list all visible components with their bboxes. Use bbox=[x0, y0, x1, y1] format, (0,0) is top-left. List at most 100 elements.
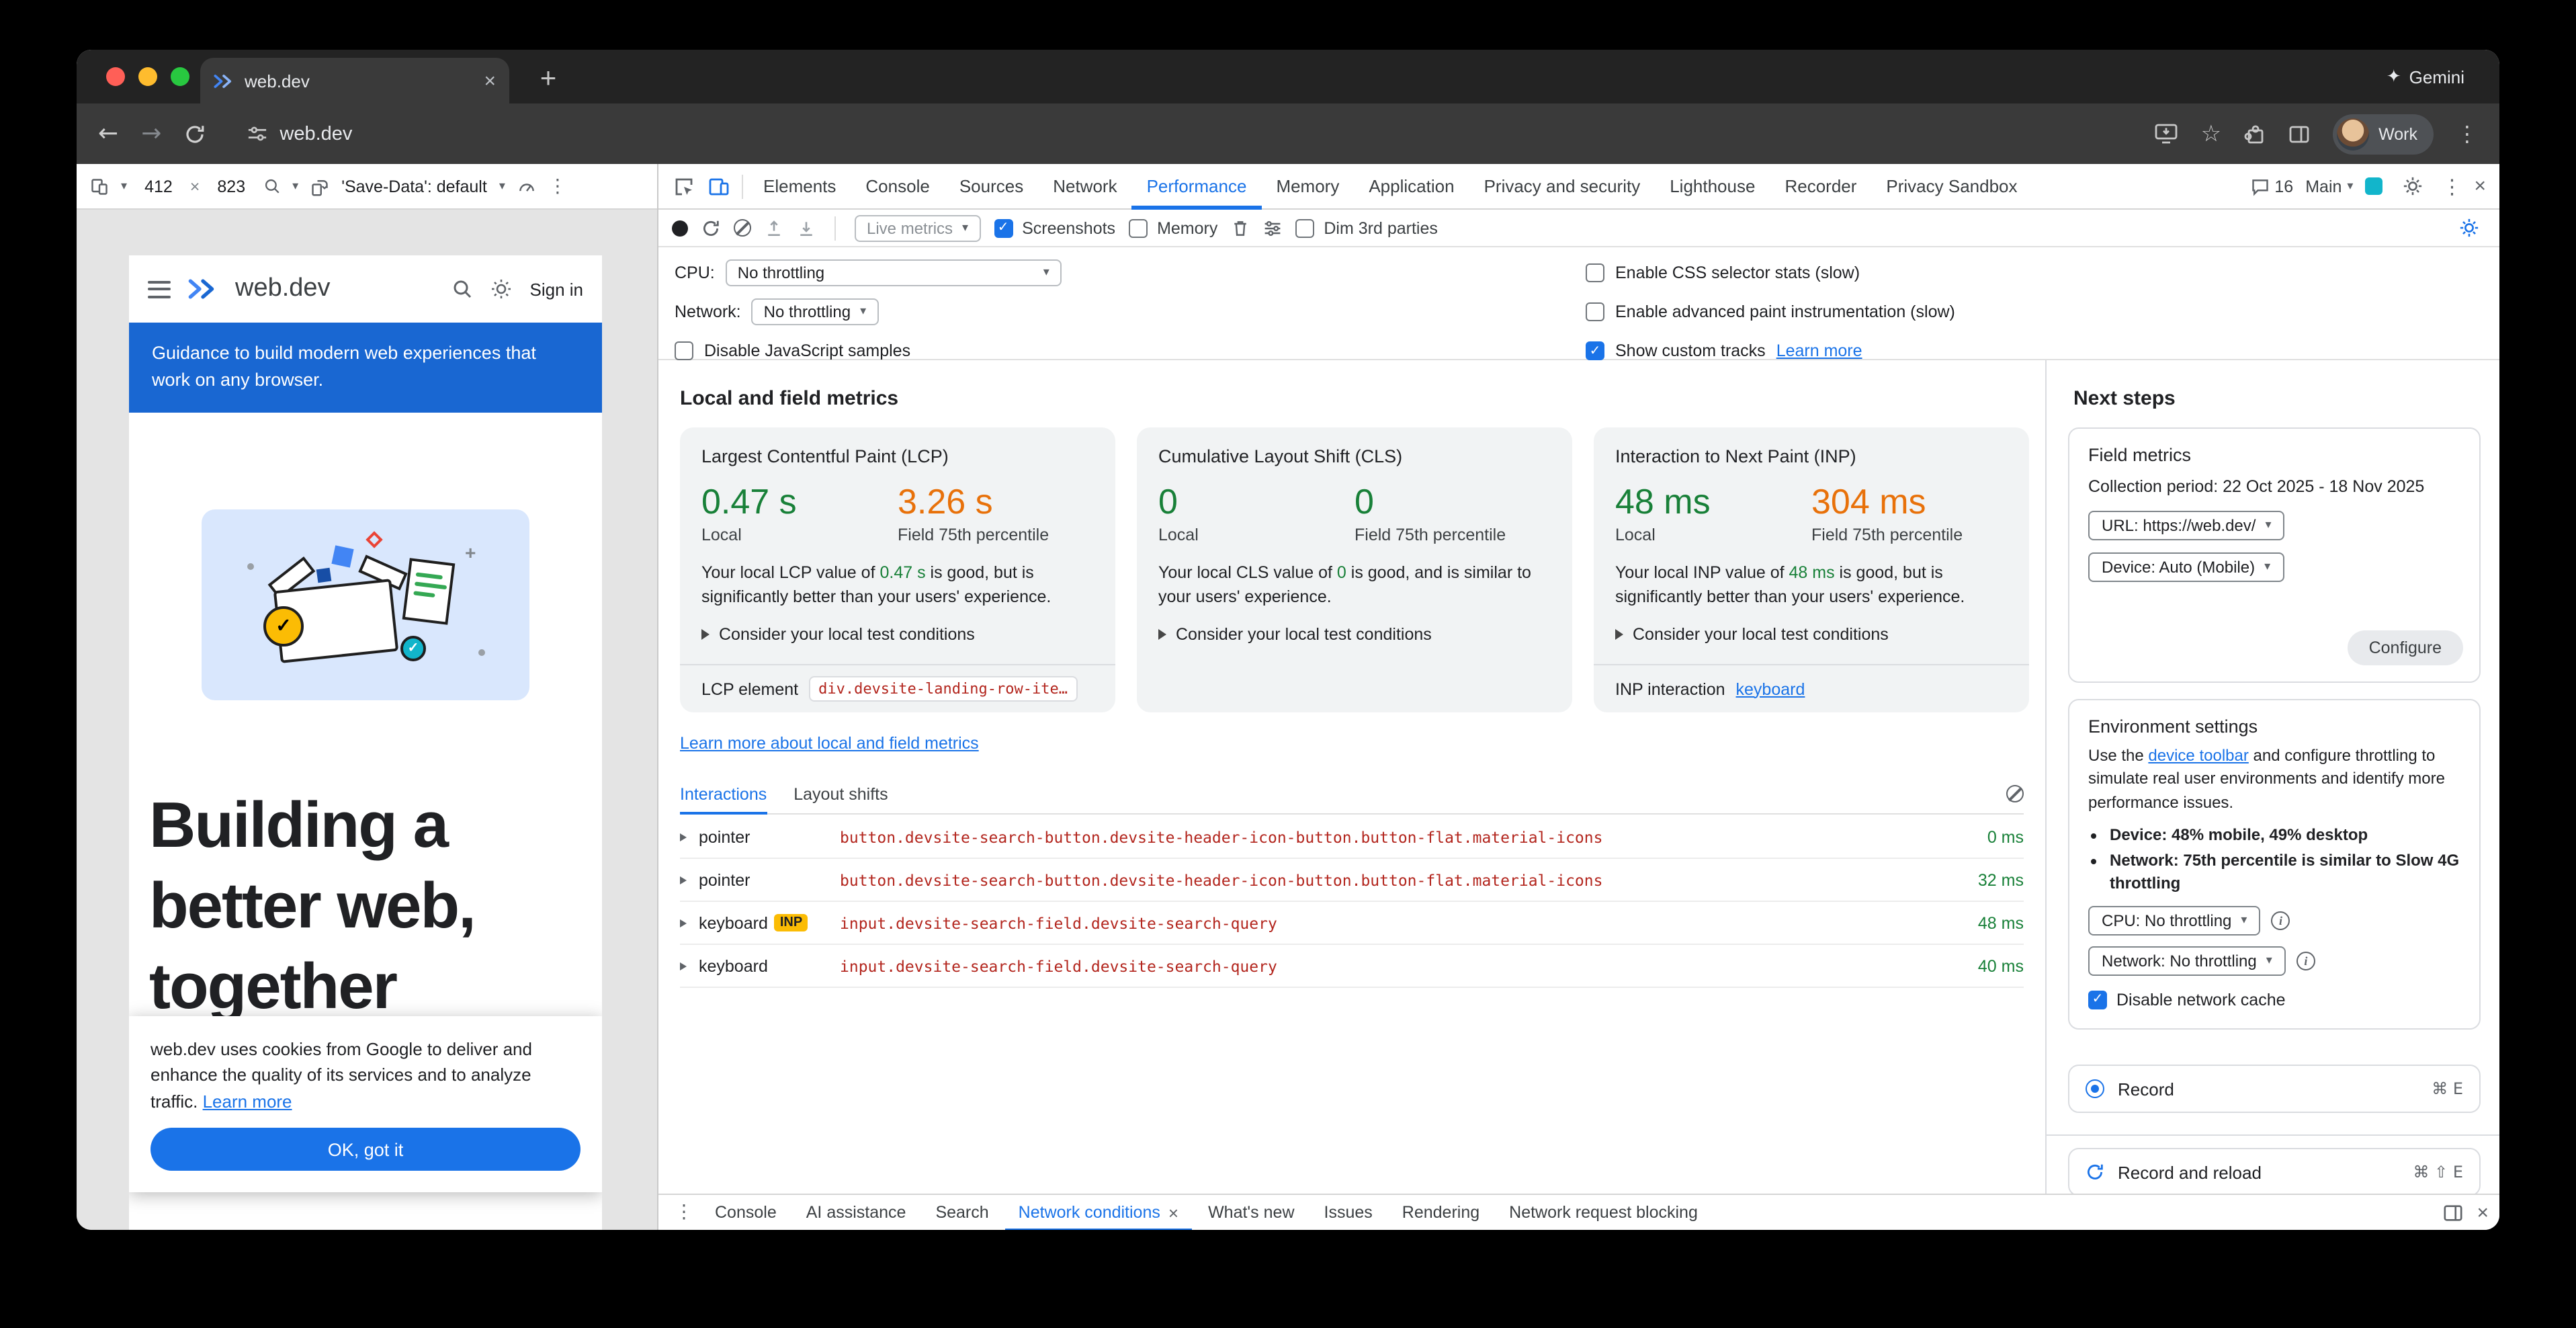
hamburger-menu-icon[interactable] bbox=[148, 280, 171, 298]
field-url-select[interactable]: URL: https://web.dev/▾ bbox=[2088, 511, 2285, 540]
tab-memory[interactable]: Memory bbox=[1261, 163, 1354, 209]
tab-close-icon[interactable]: × bbox=[484, 69, 496, 92]
panel-settings-gear-icon[interactable] bbox=[2451, 210, 2486, 245]
sign-in-button[interactable]: Sign in bbox=[530, 279, 584, 299]
back-button[interactable]: ← bbox=[98, 122, 118, 146]
record-icon[interactable] bbox=[672, 220, 688, 236]
device-type-icon[interactable] bbox=[90, 177, 109, 196]
rotate-icon[interactable] bbox=[310, 177, 329, 196]
tab-interactions[interactable]: Interactions bbox=[680, 774, 767, 814]
device-toolbar-toggle-icon[interactable] bbox=[701, 169, 736, 204]
issues-counter[interactable]: 16 bbox=[2250, 177, 2293, 196]
drawer-menu-kebab-icon[interactable]: ⋮ bbox=[669, 1202, 699, 1223]
device-type-caret-icon[interactable]: ▾ bbox=[121, 179, 127, 193]
screenshots-checkbox[interactable]: Screenshots bbox=[994, 218, 1115, 237]
log-row[interactable]: keyboard input.devsite-search-field.devs… bbox=[680, 945, 2024, 988]
network-throttling-select[interactable]: No throttling ▾ bbox=[752, 298, 878, 325]
inp-interaction-link[interactable]: keyboard bbox=[1736, 679, 1805, 698]
tab-layout-shifts[interactable]: Layout shifts bbox=[793, 774, 888, 814]
drawer-tab-rendering[interactable]: Rendering bbox=[1389, 1194, 1493, 1230]
bookmark-star-icon[interactable]: ☆ bbox=[2201, 120, 2222, 147]
record-reload-icon[interactable] bbox=[701, 218, 720, 237]
env-network-select[interactable]: Network: No throttling▾ bbox=[2088, 946, 2286, 975]
drawer-tab-close-icon[interactable]: × bbox=[1168, 1204, 1178, 1221]
minimize-window-button[interactable] bbox=[138, 67, 157, 86]
record-and-reload-button[interactable]: Record and reload ⌘ ⇧ E bbox=[2068, 1148, 2481, 1194]
side-panel-icon[interactable] bbox=[2288, 123, 2310, 144]
log-row[interactable]: pointer button.devsite-search-button.dev… bbox=[680, 859, 2024, 902]
field-device-select[interactable]: Device: Auto (Mobile)▾ bbox=[2088, 552, 2284, 582]
load-profile-icon[interactable] bbox=[765, 218, 783, 237]
gemini-button[interactable]: ✦ Gemini bbox=[2387, 50, 2464, 103]
dock-panel-icon[interactable] bbox=[2443, 1202, 2463, 1222]
env-cpu-select[interactable]: CPU: No throttling▾ bbox=[2088, 905, 2260, 935]
tab-console[interactable]: Console bbox=[851, 163, 944, 209]
new-tab-button[interactable]: + bbox=[528, 59, 568, 99]
memory-checkbox[interactable]: Memory bbox=[1129, 218, 1217, 237]
reload-button[interactable] bbox=[184, 123, 206, 144]
js-context-select[interactable]: Main ▾ bbox=[2305, 177, 2353, 196]
webdev-logo-icon[interactable] bbox=[188, 277, 218, 301]
devtools-settings-gear-icon[interactable] bbox=[2395, 169, 2430, 204]
row-expand-icon[interactable] bbox=[680, 833, 687, 841]
drawer-close-icon[interactable]: × bbox=[2477, 1202, 2489, 1222]
tab-performance[interactable]: Performance bbox=[1132, 163, 1262, 209]
install-icon[interactable] bbox=[2154, 122, 2178, 145]
css-selector-stats-checkbox[interactable]: Enable CSS selector stats (slow) bbox=[1586, 258, 1955, 288]
browser-tab[interactable]: web.dev × bbox=[200, 58, 509, 103]
log-row[interactable]: keyboardINP input.devsite-search-field.d… bbox=[680, 902, 2024, 945]
drawer-tab-whats-new[interactable]: What's new bbox=[1195, 1194, 1307, 1230]
metrics-learn-more-link[interactable]: Learn more about local and field metrics bbox=[680, 734, 979, 753]
close-window-button[interactable] bbox=[106, 67, 125, 86]
viewport-height-input[interactable]: 823 bbox=[212, 174, 251, 198]
search-icon[interactable] bbox=[452, 278, 474, 300]
tab-recorder[interactable]: Recorder bbox=[1770, 163, 1871, 209]
clear-icon[interactable] bbox=[734, 219, 751, 237]
inp-consider-expander[interactable]: Consider your local test conditions bbox=[1615, 625, 2008, 644]
zoom-caret-icon[interactable]: ▾ bbox=[292, 179, 298, 193]
network-info-icon[interactable] bbox=[2296, 951, 2315, 970]
cpu-info-icon[interactable] bbox=[2271, 911, 2290, 929]
tab-privacy-sandbox[interactable]: Privacy Sandbox bbox=[1871, 163, 2032, 209]
address-bar[interactable]: web.dev bbox=[247, 123, 2131, 144]
forward-button[interactable]: → bbox=[141, 122, 161, 146]
cookie-learn-more-link[interactable]: Learn more bbox=[203, 1091, 292, 1111]
tab-privacy-security[interactable]: Privacy and security bbox=[1469, 163, 1656, 209]
lcp-element-chip[interactable]: div.devsite-landing-row-item-d… bbox=[809, 676, 1078, 702]
drawer-tab-network-request-blocking[interactable]: Network request blocking bbox=[1496, 1194, 1711, 1230]
disable-network-cache-checkbox[interactable]: Disable network cache bbox=[2088, 990, 2460, 1009]
drawer-tab-ai-assistance[interactable]: AI assistance bbox=[793, 1194, 920, 1230]
devtools-close-icon[interactable]: × bbox=[2474, 176, 2486, 196]
extensions-icon[interactable] bbox=[2244, 123, 2266, 144]
row-expand-icon[interactable] bbox=[680, 962, 687, 970]
drawer-tab-console[interactable]: Console bbox=[701, 1194, 790, 1230]
theme-toggle-sun-icon[interactable] bbox=[491, 278, 513, 300]
log-row[interactable]: pointer button.devsite-search-button.dev… bbox=[680, 816, 2024, 859]
save-data-select[interactable]: 'Save-Data': default bbox=[341, 177, 487, 196]
lcp-consider-expander[interactable]: Consider your local test conditions bbox=[701, 625, 1094, 644]
drawer-tab-issues[interactable]: Issues bbox=[1311, 1194, 1386, 1230]
site-settings-tune-icon[interactable] bbox=[247, 124, 267, 144]
browser-menu-kebab-icon[interactable]: ⋮ bbox=[2456, 123, 2478, 144]
collect-garbage-icon[interactable] bbox=[1231, 218, 1250, 237]
row-expand-icon[interactable] bbox=[680, 919, 687, 927]
custom-tracks-learn-more-link[interactable]: Learn more bbox=[1776, 341, 1862, 360]
cls-consider-expander[interactable]: Consider your local test conditions bbox=[1158, 625, 1551, 644]
configure-button[interactable]: Configure bbox=[2348, 630, 2463, 665]
capture-settings-icon[interactable] bbox=[1263, 218, 1282, 237]
record-button[interactable]: Record ⌘ E bbox=[2068, 1065, 2481, 1113]
viewport-width-input[interactable]: 412 bbox=[139, 174, 178, 198]
drawer-tab-network-conditions[interactable]: Network conditions × bbox=[1005, 1194, 1192, 1230]
promo-banner[interactable]: Guidance to build modern web experiences… bbox=[129, 323, 602, 412]
dim-3rd-parties-checkbox[interactable]: Dim 3rd parties bbox=[1295, 218, 1438, 237]
device-toolbar-kebab-icon[interactable]: ⋮ bbox=[548, 175, 567, 197]
tab-sources[interactable]: Sources bbox=[945, 163, 1038, 209]
devtools-kebab-icon[interactable]: ⋮ bbox=[2442, 174, 2462, 198]
profile-chip[interactable]: Work bbox=[2333, 114, 2434, 154]
save-profile-icon[interactable] bbox=[797, 218, 816, 237]
drawer-tab-search[interactable]: Search bbox=[922, 1194, 1002, 1230]
cpu-throttling-select[interactable]: No throttling ▾ bbox=[726, 259, 1062, 286]
cookie-accept-button[interactable]: OK, got it bbox=[151, 1128, 581, 1171]
tab-application[interactable]: Application bbox=[1354, 163, 1469, 209]
tab-lighthouse[interactable]: Lighthouse bbox=[1655, 163, 1770, 209]
